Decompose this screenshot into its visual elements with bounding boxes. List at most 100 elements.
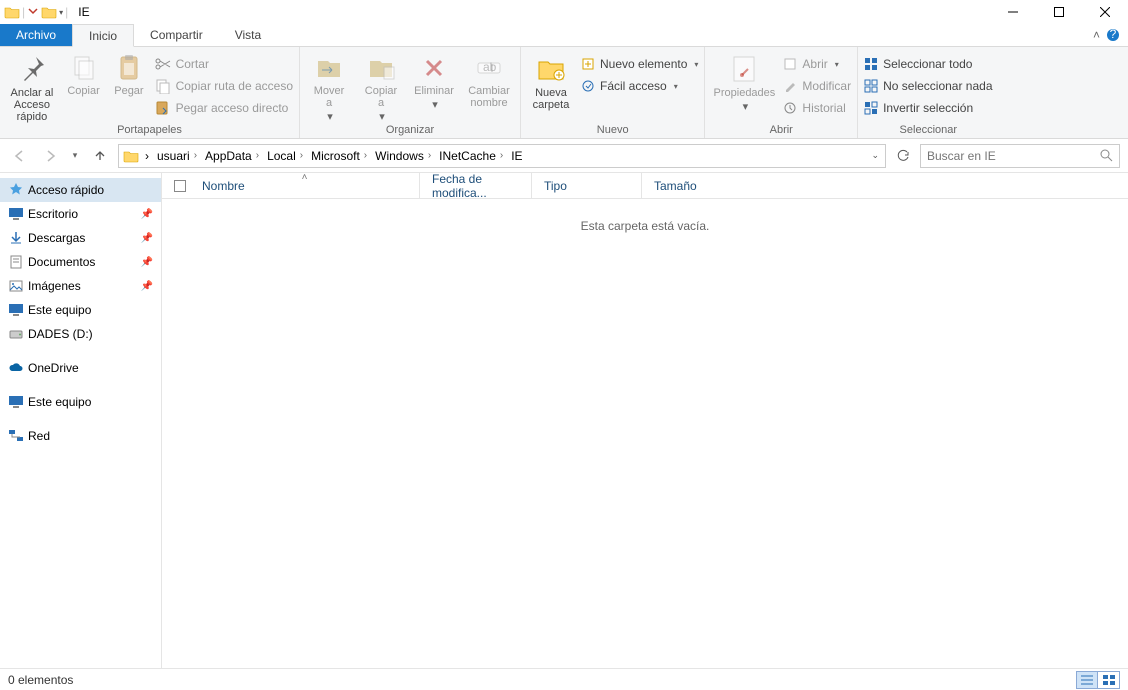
group-select: Seleccionar todo No seleccionar nada Inv…: [858, 47, 998, 138]
thumbnails-view-button[interactable]: [1098, 671, 1120, 689]
paste-shortcut-icon: [155, 100, 171, 116]
history-button[interactable]: Historial: [783, 97, 851, 119]
col-name[interactable]: Nombre: [190, 173, 420, 198]
invert-selection-button[interactable]: Invertir selección: [864, 97, 992, 119]
search-box[interactable]: [920, 144, 1120, 168]
paste-shortcut-button[interactable]: Pegar acceso directo: [155, 97, 293, 119]
monitor-icon: [8, 302, 24, 318]
open-icon: [783, 57, 797, 71]
group-label: Seleccionar: [864, 123, 992, 136]
pin-icon: 📌: [141, 281, 153, 292]
sidebar-desktop[interactable]: Escritorio📌: [0, 202, 161, 226]
down-chevron-icon[interactable]: [27, 6, 39, 18]
network-icon: [8, 428, 24, 444]
copy-button[interactable]: Copiar: [64, 51, 103, 97]
pin-icon: 📌: [141, 257, 153, 268]
minimize-button[interactable]: [990, 0, 1036, 24]
ribbon-tabs: Archivo Inicio Compartir Vista ˄ ?: [0, 24, 1128, 47]
move-to-button[interactable]: Mover a▾: [306, 51, 352, 123]
crumb[interactable]: AppData›: [201, 145, 263, 167]
cut-button[interactable]: Cortar: [155, 53, 293, 75]
group-open: Propiedades▾ Abrir▾ Modificar Historial …: [705, 47, 858, 138]
search-input[interactable]: [927, 149, 1100, 163]
copy-to-icon: [366, 53, 396, 83]
refresh-button[interactable]: [892, 145, 914, 167]
group-label: Nuevo: [527, 123, 698, 136]
new-item-button[interactable]: Nuevo elemento▾: [581, 53, 698, 75]
main: Acceso rápido Escritorio📌 Descargas📌 Doc…: [0, 173, 1128, 668]
address-bar[interactable]: › usuari› AppData› Local› Microsoft› Win…: [118, 144, 886, 168]
col-type[interactable]: Tipo: [532, 173, 642, 198]
crumb[interactable]: IE: [507, 145, 526, 167]
sidebar-thispc-quick[interactable]: Este equipo: [0, 298, 161, 322]
tab-home[interactable]: Inicio: [72, 24, 134, 47]
crumb[interactable]: INetCache›: [435, 145, 507, 167]
tab-share[interactable]: Compartir: [134, 24, 219, 46]
tab-view[interactable]: Vista: [219, 24, 277, 46]
column-headers: Nombre Fecha de modifica... Tipo Tamaño: [162, 173, 1128, 199]
paste-button[interactable]: Pegar: [109, 51, 148, 97]
easy-access-button[interactable]: Fácil acceso▾: [581, 75, 698, 97]
forward-button[interactable]: [38, 144, 62, 168]
select-all-button[interactable]: Seleccionar todo: [864, 53, 992, 75]
address-bar-row: ▾ › usuari› AppData› Local› Microsoft› W…: [0, 139, 1128, 173]
sidebar-network[interactable]: Red: [0, 424, 161, 448]
qat: | ▾ |: [0, 5, 68, 19]
sidebar-dades[interactable]: DADES (D:): [0, 322, 161, 346]
pin-quick-access-button[interactable]: Anclar al Acceso rápido: [6, 51, 58, 123]
crumb[interactable]: Microsoft›: [307, 145, 371, 167]
sidebar-quick-access[interactable]: Acceso rápido: [0, 178, 161, 202]
address-dropdown[interactable]: ⌄: [871, 150, 879, 161]
up-button[interactable]: [88, 144, 112, 168]
folder-icon: [4, 5, 20, 19]
collapse-ribbon-icon[interactable]: ˄: [1093, 28, 1100, 42]
maximize-button[interactable]: [1036, 0, 1082, 24]
open-button[interactable]: Abrir▾: [783, 53, 851, 75]
rename-icon: ab: [474, 53, 504, 83]
crumb[interactable]: Windows›: [371, 145, 435, 167]
sidebar-onedrive[interactable]: OneDrive: [0, 356, 161, 380]
group-clipboard: Anclar al Acceso rápido Copiar Pegar Cor…: [0, 47, 300, 138]
sidebar-thispc[interactable]: Este equipo: [0, 390, 161, 414]
back-button[interactable]: [8, 144, 32, 168]
sidebar-images[interactable]: Imágenes📌: [0, 274, 161, 298]
col-size[interactable]: Tamaño: [642, 173, 722, 198]
status-bar: 0 elementos: [0, 668, 1128, 690]
crumb-root-chev[interactable]: ›: [141, 145, 153, 167]
select-none-icon: [864, 79, 878, 93]
nav-pane: Acceso rápido Escritorio📌 Descargas📌 Doc…: [0, 173, 162, 668]
new-folder-icon: [535, 53, 567, 85]
close-button[interactable]: [1082, 0, 1128, 24]
qat-dropdown[interactable]: ▾: [59, 8, 63, 17]
rename-button[interactable]: ab Cambiar nombre: [464, 51, 514, 109]
details-view-icon: [1081, 675, 1093, 685]
recent-dropdown[interactable]: ▾: [68, 144, 82, 168]
details-view-button[interactable]: [1076, 671, 1098, 689]
select-none-button[interactable]: No seleccionar nada: [864, 75, 992, 97]
new-folder-button[interactable]: Nueva carpeta: [527, 51, 575, 111]
sidebar-downloads[interactable]: Descargas📌: [0, 226, 161, 250]
edit-button[interactable]: Modificar: [783, 75, 851, 97]
help-icon[interactable]: ?: [1106, 28, 1120, 42]
crumb[interactable]: Local›: [263, 145, 307, 167]
onedrive-icon: [8, 360, 24, 376]
copy-to-button[interactable]: Copiar a▾: [358, 51, 404, 123]
pin-icon: 📌: [141, 209, 153, 220]
tab-file[interactable]: Archivo: [0, 24, 72, 46]
properties-button[interactable]: Propiedades▾: [711, 51, 777, 113]
copy-path-button[interactable]: Copiar ruta de acceso: [155, 75, 293, 97]
crumb[interactable]: usuari›: [153, 145, 201, 167]
thumb-view-icon: [1103, 675, 1115, 685]
col-date[interactable]: Fecha de modifica...: [420, 173, 532, 198]
folder-icon: [123, 149, 139, 163]
search-icon: [1100, 149, 1113, 162]
desktop-icon: [8, 206, 24, 222]
sidebar-documents[interactable]: Documentos📌: [0, 250, 161, 274]
folder-icon[interactable]: [41, 5, 57, 19]
easy-access-icon: [581, 79, 595, 93]
select-all-checkbox[interactable]: [170, 180, 190, 192]
delete-button[interactable]: Eliminar▾: [410, 51, 458, 111]
title-bar: | ▾ | IE: [0, 0, 1128, 24]
paste-icon: [114, 53, 144, 83]
qat-sep: |: [22, 5, 25, 19]
